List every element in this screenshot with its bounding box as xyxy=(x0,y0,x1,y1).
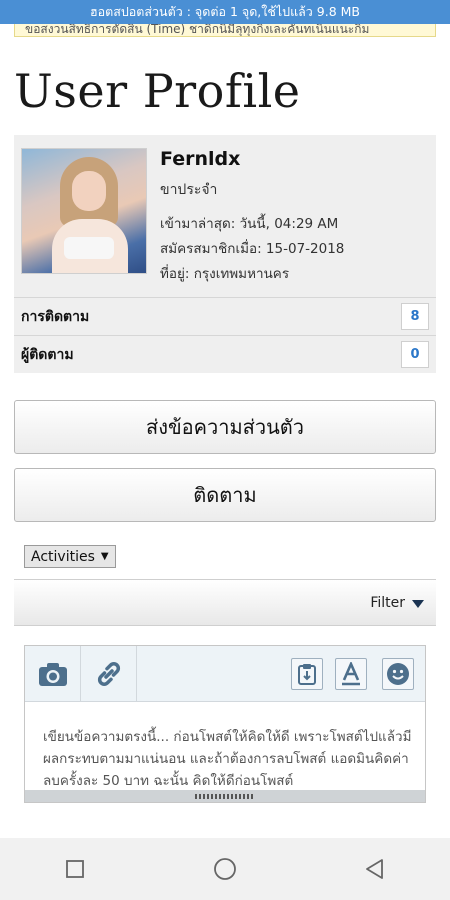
followers-count[interactable]: 0 xyxy=(401,341,429,368)
activities-select-value: Activities xyxy=(31,548,95,565)
following-label: การติดตาม xyxy=(21,308,90,325)
post-editor[interactable]: เขียนข้อความตรงนี้... ก่อนโพสต์ให้คิดให้… xyxy=(24,645,426,803)
emoji-button[interactable] xyxy=(382,658,414,690)
follow-button[interactable]: ติดตาม xyxy=(14,468,436,522)
font-icon xyxy=(342,662,360,686)
status-bar-text: ฮอตสปอตส่วนตัว : จุดต่อ 1 จุด,ใช้ไปแล้ว … xyxy=(89,4,361,19)
profile-card: Fernldx ขาประจำ เข้ามาล่าสุด: วันนี้, 04… xyxy=(14,135,436,297)
font-button[interactable] xyxy=(335,658,367,690)
page-title: User Profile xyxy=(14,64,301,118)
smiley-icon xyxy=(387,663,409,685)
link-icon xyxy=(97,662,120,686)
notice-text: ขอสงวนสิทธิ์การตัดสิน (Time) ชาดิกนิมีลุ… xyxy=(25,22,370,36)
chevron-down-icon: ▼ xyxy=(100,551,109,562)
clipboard-button[interactable] xyxy=(291,658,323,690)
android-nav-bar xyxy=(0,838,450,900)
last-seen: เข้ามาล่าสุด: วันนี้, 04:29 AM xyxy=(160,216,339,232)
activities-select[interactable]: Activities ▼ xyxy=(24,545,116,568)
following-count[interactable]: 8 xyxy=(401,303,429,330)
joined-date: สมัครสมาชิกเมื่อ: 15-07-2018 xyxy=(160,241,345,257)
circle-icon xyxy=(214,858,236,880)
status-bar: ฮอตสปอตส่วนตัว : จุดต่อ 1 จุด,ใช้ไปแล้ว … xyxy=(0,0,450,24)
filter-label: Filter xyxy=(370,594,405,611)
recents-button[interactable] xyxy=(55,849,95,889)
link-button[interactable] xyxy=(81,646,137,702)
avatar[interactable] xyxy=(21,148,147,274)
back-triangle-icon xyxy=(366,859,383,879)
camera-icon xyxy=(38,663,67,686)
followers-row[interactable]: ผู้ติดตาม 0 xyxy=(14,335,436,373)
user-rank: ขาประจำ xyxy=(160,182,218,198)
caret-down-icon xyxy=(412,599,424,608)
location: ที่อยู่: กรุงเทพมหานคร xyxy=(160,266,290,282)
clipboard-icon xyxy=(298,664,316,685)
back-button[interactable] xyxy=(355,849,395,889)
camera-button[interactable] xyxy=(25,646,81,702)
filter-button[interactable]: Filter xyxy=(370,595,424,611)
editor-toolbar xyxy=(25,646,425,702)
username: Fernldx xyxy=(160,148,241,170)
filter-bar: Filter xyxy=(14,579,436,626)
grip-icon xyxy=(195,793,255,799)
editor-placeholder[interactable]: เขียนข้อความตรงนี้... ก่อนโพสต์ให้คิดให้… xyxy=(43,726,415,792)
following-row[interactable]: การติดตาม 8 xyxy=(14,297,436,335)
square-icon xyxy=(66,860,84,878)
followers-label: ผู้ติดตาม xyxy=(21,346,74,363)
private-message-button[interactable]: ส่งข้อความส่วนตัว xyxy=(14,400,436,454)
resize-handle[interactable] xyxy=(25,790,425,802)
home-button[interactable] xyxy=(205,849,245,889)
